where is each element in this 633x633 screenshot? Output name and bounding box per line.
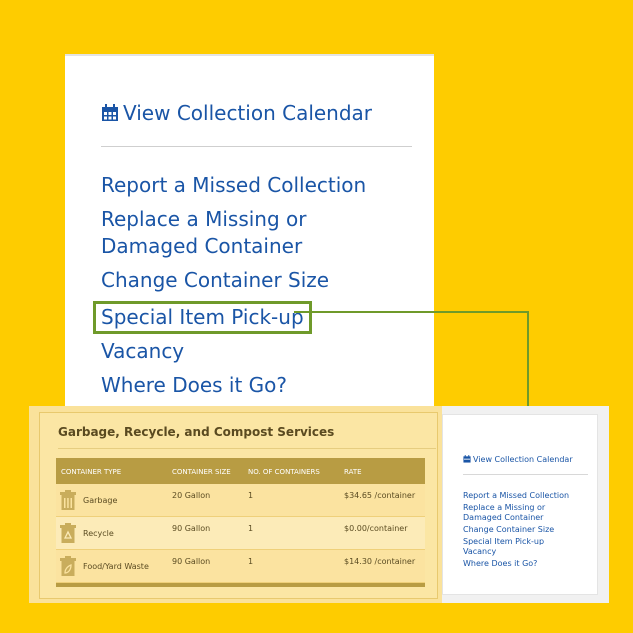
container-count: 1 <box>248 557 254 566</box>
services-title: Garbage, Recycle, and Compost Services <box>58 425 335 439</box>
special-item-pickup-link[interactable]: Special Item Pick-up <box>463 537 585 545</box>
divider <box>463 474 588 475</box>
calendar-link-label: View Collection Calendar <box>123 101 373 125</box>
table-row: Recycle 90 Gallon 1 $0.00/container <box>56 517 425 550</box>
calendar-icon <box>463 455 471 463</box>
sidebar-panel: View Collection Calendar Report a Missed… <box>442 414 598 595</box>
report-missed-collection-link[interactable]: Report a Missed Collection <box>463 491 585 501</box>
container-size: 90 Gallon <box>172 524 211 533</box>
sidebar-link-list: Report a Missed Collection Replace a Mis… <box>463 491 585 571</box>
container-count: 1 <box>248 524 254 533</box>
replace-container-link[interactable]: Replace a Missing or Damaged Container <box>101 206 401 260</box>
special-item-pickup-link[interactable]: Special Item Pick-up <box>93 301 312 334</box>
report-missed-collection-link[interactable]: Report a Missed Collection <box>101 172 401 199</box>
column-header: CONTAINER SIZE <box>172 468 231 476</box>
compost-bin-icon <box>60 556 76 576</box>
container-type: Recycle <box>83 529 114 538</box>
vacancy-link[interactable]: Vacancy <box>463 547 585 557</box>
divider <box>101 146 412 147</box>
container-rate: $14.30 /container <box>344 557 416 566</box>
divider <box>58 448 436 449</box>
zoomed-sidebar-panel: View Collection Calendar Report a Missed… <box>65 54 434 424</box>
column-header: RATE <box>344 468 362 476</box>
recycle-bin-icon <box>60 523 76 543</box>
trash-can-icon <box>60 490 76 510</box>
table-row: Food/Yard Waste 90 Gallon 1 $14.30 /cont… <box>56 550 425 583</box>
zoomed-link-list: Report a Missed Collection Replace a Mis… <box>93 172 401 406</box>
change-container-size-link[interactable]: Change Container Size <box>101 267 401 294</box>
where-does-it-go-link[interactable]: Where Does it Go? <box>101 372 401 399</box>
services-highlight: Garbage, Recycle, and Compost Services C… <box>29 406 442 603</box>
container-table: CONTAINER TYPE CONTAINER SIZE NO. OF CON… <box>56 458 425 587</box>
container-size: 90 Gallon <box>172 557 211 566</box>
services-panel: Garbage, Recycle, and Compost Services C… <box>39 412 438 599</box>
container-type: Food/Yard Waste <box>83 562 149 571</box>
view-collection-calendar-link-small[interactable]: View Collection Calendar <box>463 455 573 464</box>
view-collection-calendar-link[interactable]: View Collection Calendar <box>101 101 372 125</box>
table-footer-bar <box>56 583 425 587</box>
change-container-size-link[interactable]: Change Container Size <box>463 525 585 535</box>
container-size: 20 Gallon <box>172 491 211 500</box>
column-header: NO. OF CONTAINERS <box>248 468 320 476</box>
calendar-icon <box>102 104 118 121</box>
column-header: CONTAINER TYPE <box>61 468 122 476</box>
container-count: 1 <box>248 491 254 500</box>
container-rate: $0.00/container <box>344 524 408 533</box>
container-rate: $34.65 /container <box>344 491 416 500</box>
replace-container-link[interactable]: Replace a Missing or Damaged Container <box>463 503 585 523</box>
where-does-it-go-link[interactable]: Where Does it Go? <box>463 559 585 569</box>
container-type: Garbage <box>83 496 118 505</box>
calendar-link-label: View Collection Calendar <box>473 455 573 464</box>
table-row: Garbage 20 Gallon 1 $34.65 /container <box>56 484 425 517</box>
table-header: CONTAINER TYPE CONTAINER SIZE NO. OF CON… <box>56 458 425 484</box>
vacancy-link[interactable]: Vacancy <box>101 338 401 365</box>
page-screenshot: Garbage, Recycle, and Compost Services C… <box>29 406 609 603</box>
